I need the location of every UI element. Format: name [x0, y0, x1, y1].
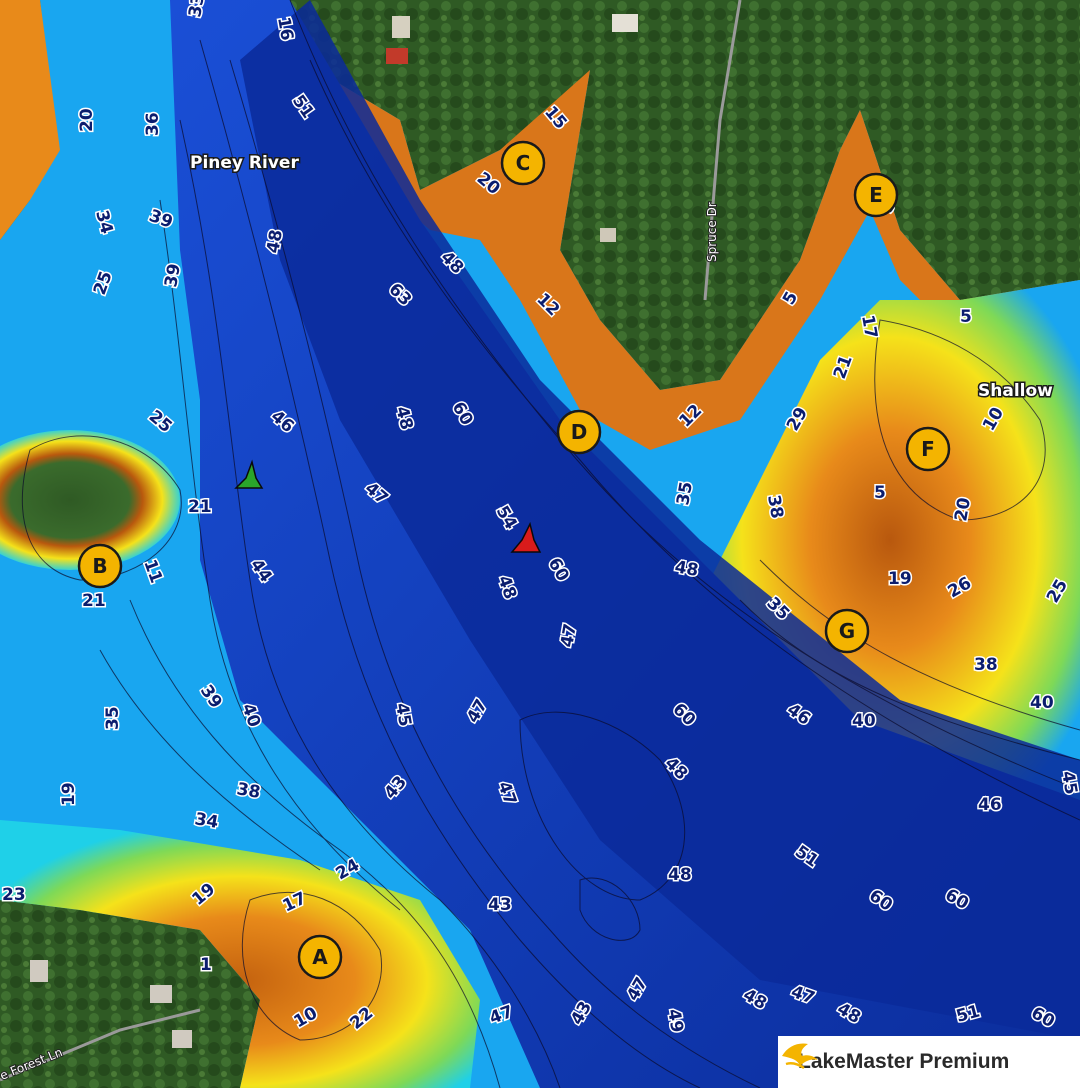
- depth-label: 36: [143, 112, 163, 136]
- marker-a[interactable]: A: [297, 934, 343, 980]
- depth-label: 46: [978, 795, 1002, 815]
- depth-label: 17: [857, 313, 881, 340]
- depth-label: 48: [668, 865, 692, 885]
- marker-b[interactable]: B: [77, 543, 123, 589]
- depth-label: 19: [59, 782, 79, 806]
- marker-label: D: [571, 420, 588, 444]
- marker-g[interactable]: G: [824, 608, 870, 654]
- marker-label: C: [516, 151, 531, 175]
- marker-c[interactable]: C: [500, 140, 546, 186]
- house-roof: [612, 14, 638, 32]
- house-roof: [30, 960, 48, 982]
- marker-label: B: [92, 554, 107, 578]
- map-canvas: Spruce Dr e Forest Ln Piney River Shallo…: [0, 0, 1080, 1088]
- marker-label: A: [312, 945, 328, 969]
- house-roof: [172, 1030, 192, 1048]
- depth-label: 48: [673, 557, 700, 581]
- depth-label: 35: [103, 706, 123, 730]
- depth-label: 48: [263, 228, 287, 255]
- depth-label: 45: [391, 701, 415, 728]
- brand-name: LakeMaster Premium: [798, 1050, 1010, 1073]
- depth-label: 5: [960, 307, 972, 327]
- marker-label: E: [869, 183, 883, 207]
- place-label-piney-river: Piney River: [190, 153, 299, 173]
- house-roof: [600, 228, 616, 242]
- house-roof: [150, 985, 172, 1003]
- depth-label: 47: [557, 622, 581, 649]
- marker-d[interactable]: D: [556, 409, 602, 455]
- depth-label: 5: [874, 483, 886, 503]
- depth-label: 20: [951, 496, 975, 523]
- brand-badge: LakeMaster Premium: [778, 1036, 1080, 1088]
- depth-label: 40: [852, 711, 876, 731]
- lake-contour-map[interactable]: Spruce Dr e Forest Ln Piney River Shallo…: [0, 0, 1080, 1088]
- depth-label: 38: [235, 779, 262, 803]
- depth-label: 45: [1057, 769, 1080, 796]
- depth-label: 34: [193, 809, 220, 833]
- depth-label: 21: [188, 497, 212, 517]
- depth-label: 35: [673, 480, 697, 507]
- depth-label: 43: [488, 895, 512, 915]
- house-roof: [386, 48, 408, 64]
- depth-label: 38: [974, 655, 998, 675]
- depth-label: 20: [77, 108, 97, 132]
- depth-label: 16: [273, 15, 297, 42]
- marker-e[interactable]: E: [853, 172, 899, 218]
- marker-label: F: [921, 437, 935, 461]
- depth-label: 1: [200, 955, 212, 975]
- depth-label: 23: [2, 885, 26, 905]
- road-label-spruce-dr: Spruce Dr: [705, 202, 719, 262]
- place-label-shallow: Shallow: [978, 381, 1053, 401]
- lakemaster-logo-icon: [782, 1043, 818, 1070]
- depth-label: 19: [888, 569, 912, 589]
- depth-label: 40: [1030, 693, 1054, 713]
- depth-label: 21: [82, 591, 106, 611]
- marker-label: G: [839, 619, 855, 643]
- depth-label: 39: [161, 262, 185, 289]
- marker-f[interactable]: F: [905, 426, 951, 472]
- house-roof: [392, 16, 410, 38]
- depth-label: 38: [763, 493, 787, 520]
- depth-label: 49: [663, 1007, 687, 1034]
